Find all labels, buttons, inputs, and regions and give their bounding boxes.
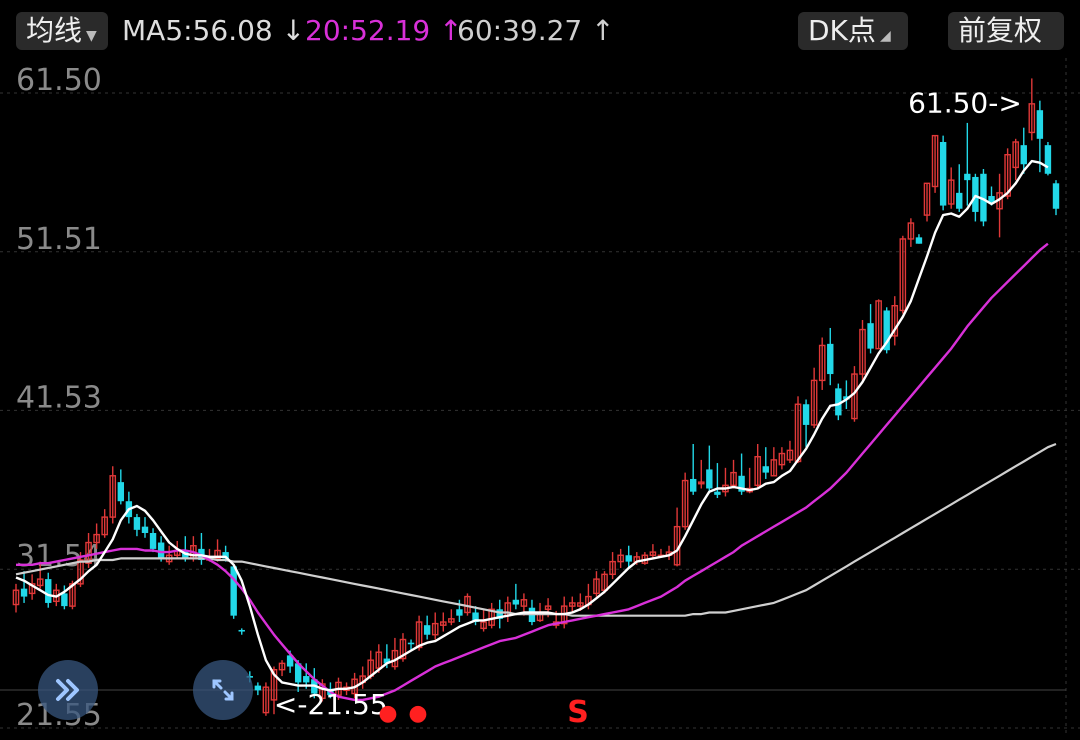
candle-body-down [802,404,810,425]
ma-selector-label: 均线 [26,14,83,47]
candle-body-down [706,469,713,489]
candle-body-down [964,173,971,181]
min-price-annotation: <-21.55 [274,688,388,721]
y-tick-label: 51.51 [16,222,102,257]
expand-panel-button[interactable] [38,660,98,720]
candle-body-down [690,478,697,492]
candle-body-down [423,625,431,635]
candle-body-down [133,517,141,530]
ma20-readout: 20:52.19 ↑ [305,10,463,52]
candle-body-down [625,555,632,562]
fullscreen-button[interactable] [193,660,253,720]
ma-selector-button[interactable]: 均线 ▼ [16,12,108,50]
candle-body-down [915,237,923,244]
candle-body-down [956,192,963,209]
candle-body-down [1044,145,1052,174]
sell-signal-marker: S [567,695,589,730]
expand-arrows-icon [212,679,234,701]
candle-body-down [303,676,310,683]
max-price-annotation: 61.50-> [908,86,1022,119]
ma20-line [16,242,1049,702]
dk-point-label: DK点 [808,14,876,47]
candle-body-down [762,466,769,473]
ma60-readout: 60:39.27 ↑ [457,10,615,52]
ma5-value: MA5:56.08 [122,14,273,47]
y-tick-label: 61.50 [16,63,102,98]
kline-svg[interactable]: 61.5051.5141.5331.5421.5561.50-><-21.55●… [0,58,1080,735]
ma5-trend-icon: ↓ [281,14,306,47]
dk-point-button[interactable]: DK点 ◢ [798,12,908,50]
buy-signal-marker: ● [378,701,397,726]
candle-body-down [20,588,28,597]
ma60-value: 60:39.27 [457,14,583,47]
candle-body-down [1020,145,1027,165]
candle-body-down [1036,110,1044,139]
candle-body-down [512,599,520,605]
dropdown-triangle-icon: ▼ [86,28,97,44]
candle-body-down [141,526,149,534]
buy-signal-marker: ● [408,701,427,726]
candle-body-down [456,609,463,616]
candle-body-down [238,629,245,632]
candle-body-down [407,642,415,645]
forward-adjust-label: 前复权 [958,14,1043,47]
candle-body-down [867,323,874,349]
candle-body-down [149,533,157,549]
ma60-line [15,442,1057,617]
forward-adjust-button[interactable]: 前复权 [948,12,1064,50]
candle-body-down [939,141,947,206]
kline-chart[interactable]: 61.5051.5141.5331.5421.5561.50-><-21.55●… [0,58,1080,735]
candle-body-down [61,593,68,607]
candle-body-down [1052,183,1060,209]
ma20-value: 20:52.19 [305,14,431,47]
corner-triangle-icon: ◢ [879,28,891,44]
candle-body-down [45,579,52,603]
candle-body-down [714,491,721,495]
candle-body-down [254,685,262,691]
chart-toolbar: 均线 ▼ MA5:56.08 ↓ 20:52.19 ↑ 60:39.27 ↑ DK… [0,0,1080,58]
candle-body-down [827,343,834,375]
candle-body-down [117,482,125,502]
candle-body-down [230,566,237,616]
y-tick-label: 41.53 [16,380,102,415]
double-chevron-right-icon [56,679,79,701]
ma5-readout: MA5:56.08 ↓ [122,10,305,52]
ma60-trend-icon: ↑ [591,14,615,47]
candle-body-down [972,176,979,212]
